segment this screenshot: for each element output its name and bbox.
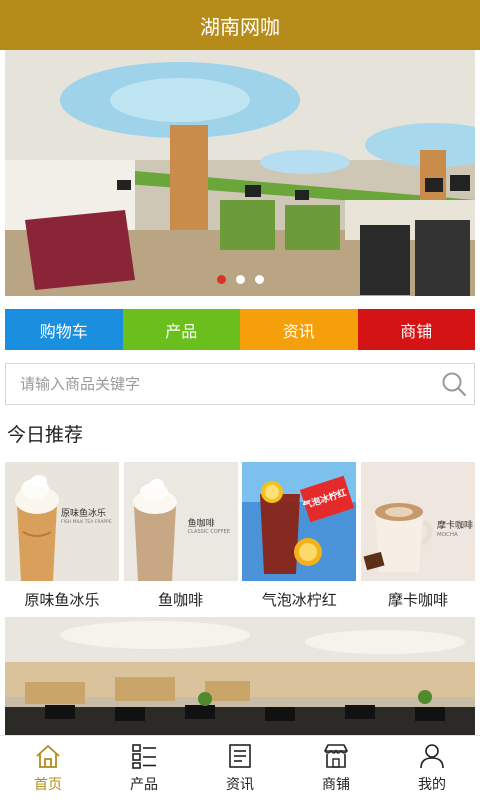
secondary-banner[interactable]: [5, 617, 475, 735]
product-image-caption: 鱼咖啡: [187, 519, 215, 529]
user-icon: [420, 743, 444, 768]
product-image-caption: 摩卡咖啡: [436, 521, 473, 531]
category-products-button[interactable]: 产品: [122, 309, 240, 350]
home-icon: [36, 744, 60, 768]
product-card[interactable]: 气泡冰柠红 气泡冰柠红: [242, 462, 357, 610]
bottom-tab-bar: 首页 产品 资讯 商铺 我的: [0, 735, 480, 800]
category-label: 产品: [165, 321, 198, 341]
product-image: 气泡冰柠红: [242, 462, 357, 581]
tab-home[interactable]: 首页: [0, 736, 96, 800]
tab-mine[interactable]: 我的: [384, 736, 480, 800]
tab-label: 产品: [130, 776, 158, 793]
search-icon[interactable]: [434, 364, 474, 404]
app-header: 湖南网咖: [0, 0, 480, 50]
shop-icon: [324, 743, 348, 768]
banner-image: [5, 50, 475, 296]
document-icon: [229, 743, 251, 768]
product-card[interactable]: 原味鱼冰乐 FISH MILK TEA FRAPPE 原味鱼冰乐: [5, 462, 119, 610]
product-image: 摩卡咖啡 MOCHA: [360, 462, 475, 581]
category-news-button[interactable]: 资讯: [240, 309, 358, 350]
tab-label: 商铺: [322, 776, 350, 793]
product-name: 摩卡咖啡: [387, 591, 448, 609]
carousel-indicator: [5, 275, 475, 284]
product-image-caption-en: CLASSIC COFFEE: [187, 529, 230, 535]
product-image: 鱼咖啡 CLASSIC COFFEE: [123, 462, 238, 581]
search-bar: [5, 363, 475, 405]
search-input[interactable]: [20, 375, 434, 393]
category-shops-button[interactable]: 商铺: [357, 309, 475, 350]
tab-label: 首页: [34, 776, 62, 793]
carousel-dot[interactable]: [254, 275, 264, 284]
carousel-dot[interactable]: [216, 275, 226, 284]
product-image: 原味鱼冰乐 FISH MILK TEA FRAPPE: [5, 462, 119, 581]
product-card[interactable]: 鱼咖啡 CLASSIC COFFEE 鱼咖啡: [123, 462, 238, 610]
product-name: 气泡冰柠红: [261, 591, 337, 609]
page-title: 湖南网咖: [200, 14, 280, 39]
tab-label: 我的: [418, 776, 446, 793]
category-label: 商铺: [400, 321, 433, 341]
product-list: 原味鱼冰乐 FISH MILK TEA FRAPPE 原味鱼冰乐 鱼咖啡 CLA…: [5, 462, 475, 610]
product-card[interactable]: 摩卡咖啡 MOCHA 摩卡咖啡: [360, 462, 475, 610]
category-label: 购物车: [39, 321, 88, 341]
hero-banner[interactable]: [5, 50, 475, 296]
category-label: 资讯: [282, 321, 315, 341]
grid-list-icon: [132, 743, 156, 769]
banner-image: [5, 617, 475, 735]
tab-label: 资讯: [226, 776, 254, 793]
product-name: 鱼咖啡: [158, 591, 204, 609]
product-name: 原味鱼冰乐: [24, 591, 100, 609]
carousel-dot[interactable]: [235, 275, 245, 284]
product-image-caption: 原味鱼冰乐: [61, 509, 107, 519]
product-image-caption-en: FISH MILK TEA FRAPPE: [61, 520, 112, 525]
category-nav: 购物车 产品 资讯 商铺: [5, 309, 475, 350]
category-cart-button[interactable]: 购物车: [5, 309, 123, 350]
section-title-recommend: 今日推荐: [7, 424, 84, 446]
product-image-caption-en: MOCHA: [436, 532, 458, 538]
tab-products[interactable]: 产品: [96, 736, 192, 800]
tab-shops[interactable]: 商铺: [288, 736, 384, 800]
tab-news[interactable]: 资讯: [192, 736, 288, 800]
